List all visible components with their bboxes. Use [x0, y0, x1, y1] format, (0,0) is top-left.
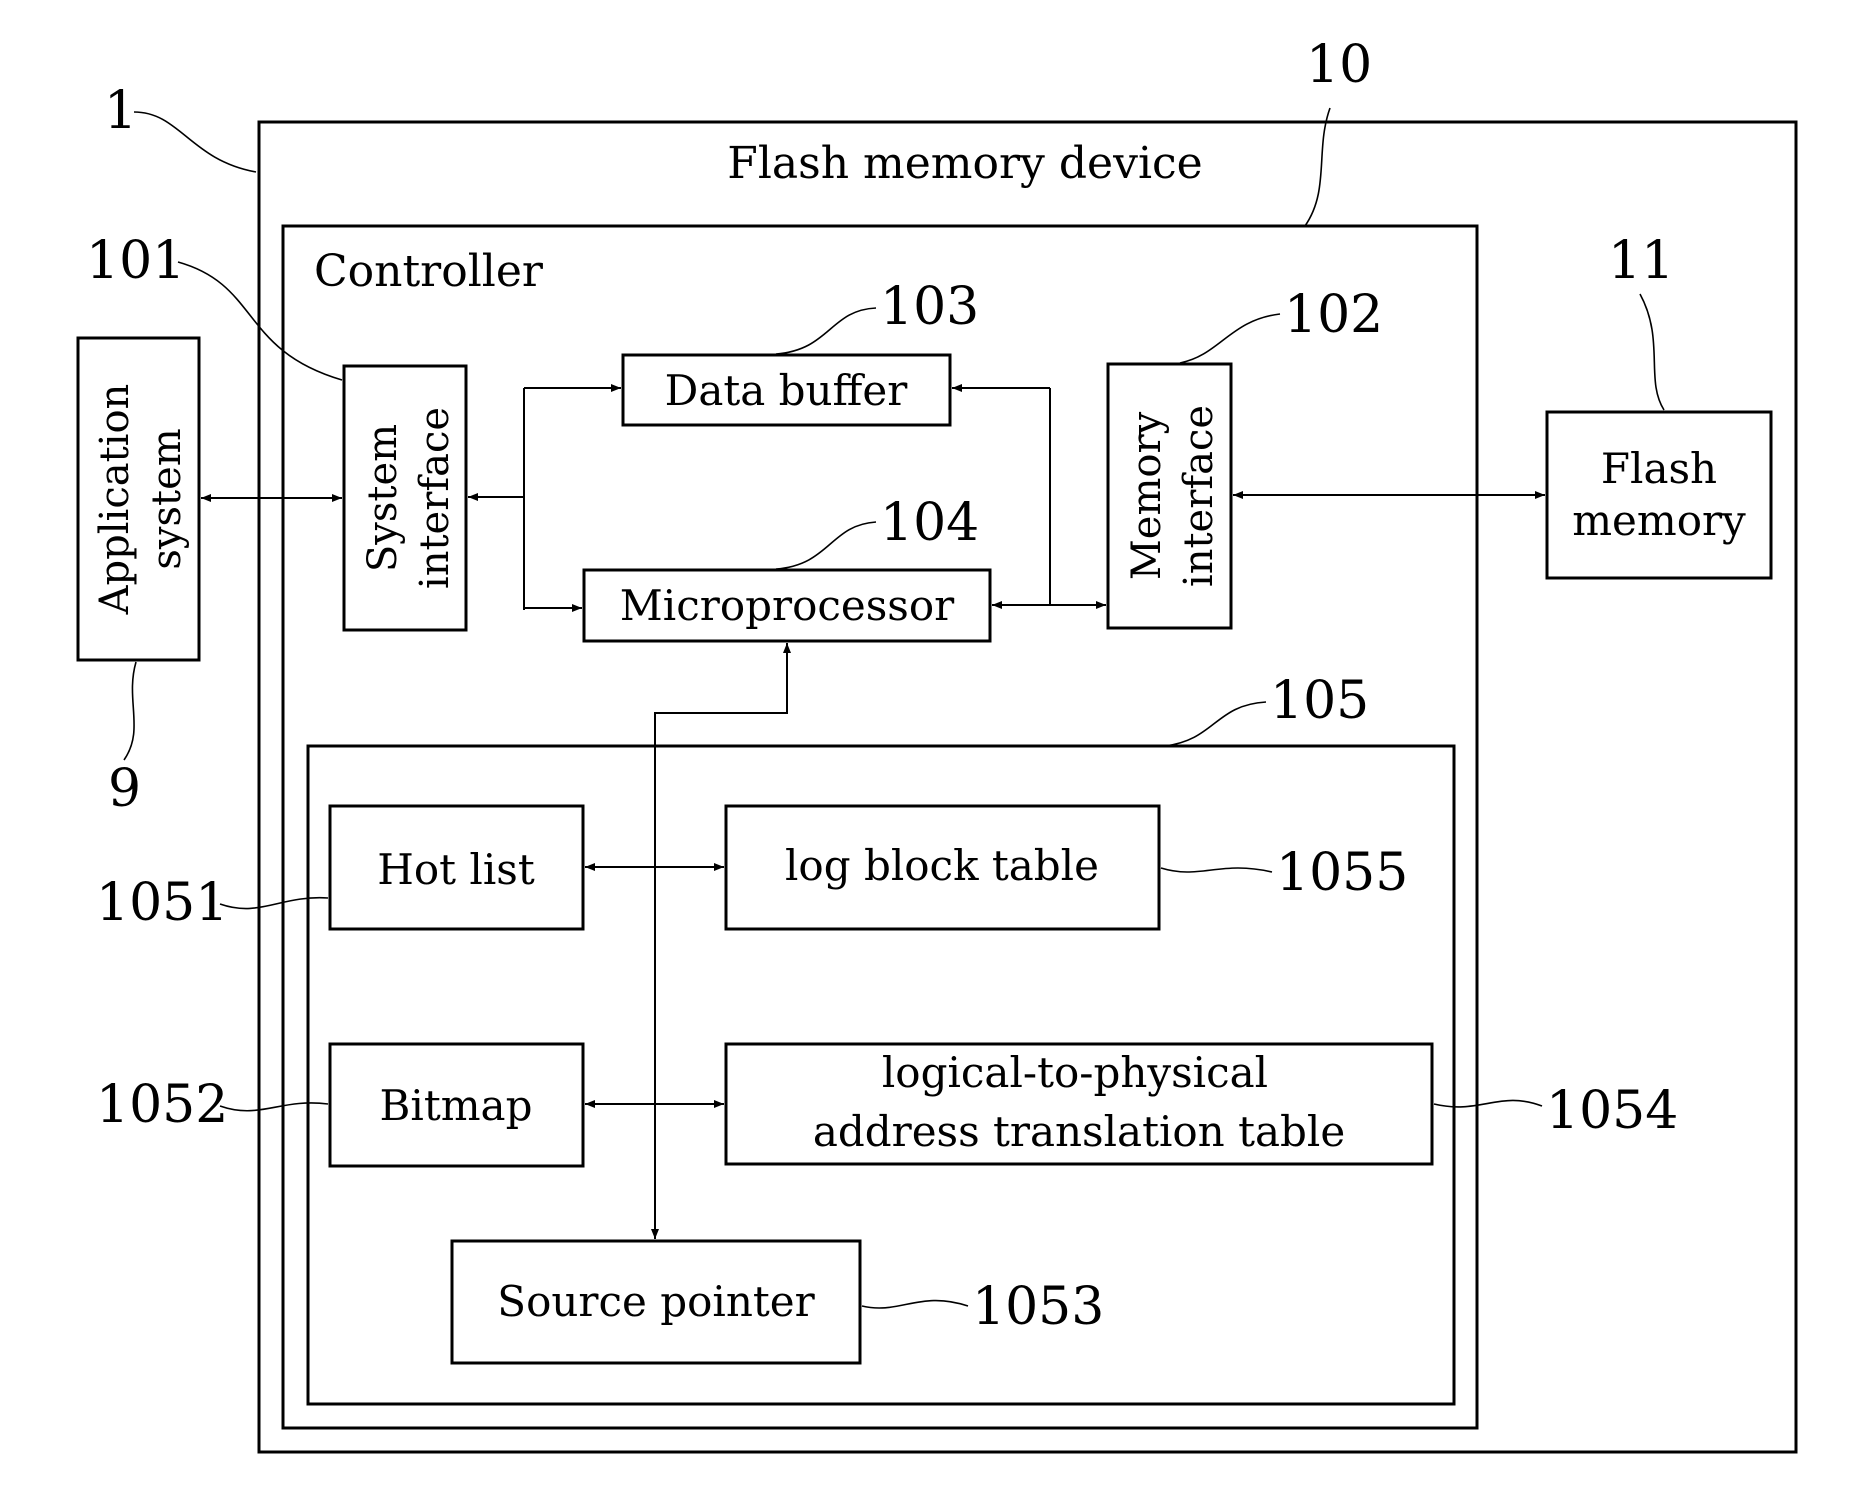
- data-buffer-box: Data buffer: [621, 353, 952, 427]
- flash-memory-box: Flash memory: [1545, 410, 1773, 580]
- flash-memory-block-diagram: Flash memory device Controller Applicati…: [76, 35, 1798, 1454]
- l2p-table-line2: address translation table: [813, 1107, 1345, 1156]
- leader-9: [123, 661, 137, 761]
- hot-list-label: Hot list: [377, 845, 535, 894]
- leader-1: [133, 111, 257, 173]
- ref-1053: 1053: [972, 1277, 1104, 1337]
- system-interface-box: System interface: [342, 364, 468, 632]
- ref-1052: 1052: [96, 1075, 228, 1135]
- bitmap-label: Bitmap: [380, 1081, 533, 1130]
- system-interface-line1: System: [360, 424, 406, 572]
- microprocessor-label: Microprocessor: [620, 581, 955, 630]
- ref-105: 105: [1270, 671, 1369, 731]
- leader-102: [1179, 313, 1281, 364]
- flash-memory-line1: Flash: [1601, 444, 1717, 493]
- memory-interface-line1: Memory: [1124, 411, 1170, 580]
- bitmap-box: Bitmap: [328, 1042, 585, 1168]
- application-system-line1: Application: [92, 384, 138, 616]
- leader-1052: [219, 1102, 329, 1112]
- ref-103: 103: [880, 277, 979, 337]
- memory-interface-box: Memory interface: [1106, 362, 1233, 630]
- microprocessor-box: Microprocessor: [582, 568, 992, 643]
- application-system-box: Application system: [76, 336, 201, 662]
- ref-102: 102: [1284, 285, 1383, 345]
- source-pointer-label: Source pointer: [497, 1277, 815, 1326]
- flash-memory-device-title: Flash memory device: [727, 138, 1202, 189]
- ref-11: 11: [1608, 231, 1674, 291]
- l2p-table-box: logical-to-physical address translation …: [724, 1042, 1434, 1166]
- leader-1053: [861, 1299, 969, 1309]
- application-system-line2: system: [144, 428, 190, 569]
- leader-11: [1639, 293, 1665, 411]
- hot-list-box: Hot list: [328, 804, 585, 931]
- ref-10: 10: [1306, 35, 1372, 95]
- leader-103: [775, 307, 877, 355]
- ref-104: 104: [880, 493, 979, 553]
- system-interface-line2: interface: [412, 407, 458, 589]
- log-block-table-box: log block table: [724, 804, 1161, 931]
- controller-title: Controller: [314, 246, 544, 297]
- ref-1055: 1055: [1276, 843, 1408, 903]
- leader-1054: [1433, 1099, 1543, 1108]
- ref-9: 9: [108, 759, 141, 819]
- ref-1054: 1054: [1546, 1081, 1678, 1141]
- memory-interface-line2: interface: [1176, 405, 1222, 587]
- leader-10: [1304, 107, 1331, 227]
- source-pointer-box: Source pointer: [450, 1239, 862, 1365]
- leader-104: [775, 521, 877, 570]
- flash-memory-line2: memory: [1572, 496, 1746, 545]
- data-buffer-label: Data buffer: [665, 366, 909, 415]
- log-block-table-label: log block table: [785, 841, 1099, 890]
- ref-101: 101: [86, 231, 185, 291]
- ref-1: 1: [104, 81, 137, 141]
- leader-1055: [1160, 867, 1273, 873]
- l2p-table-line1: logical-to-physical: [882, 1048, 1268, 1097]
- leader-105: [1164, 701, 1267, 747]
- ref-1051: 1051: [96, 873, 228, 933]
- leader-1051: [219, 896, 329, 910]
